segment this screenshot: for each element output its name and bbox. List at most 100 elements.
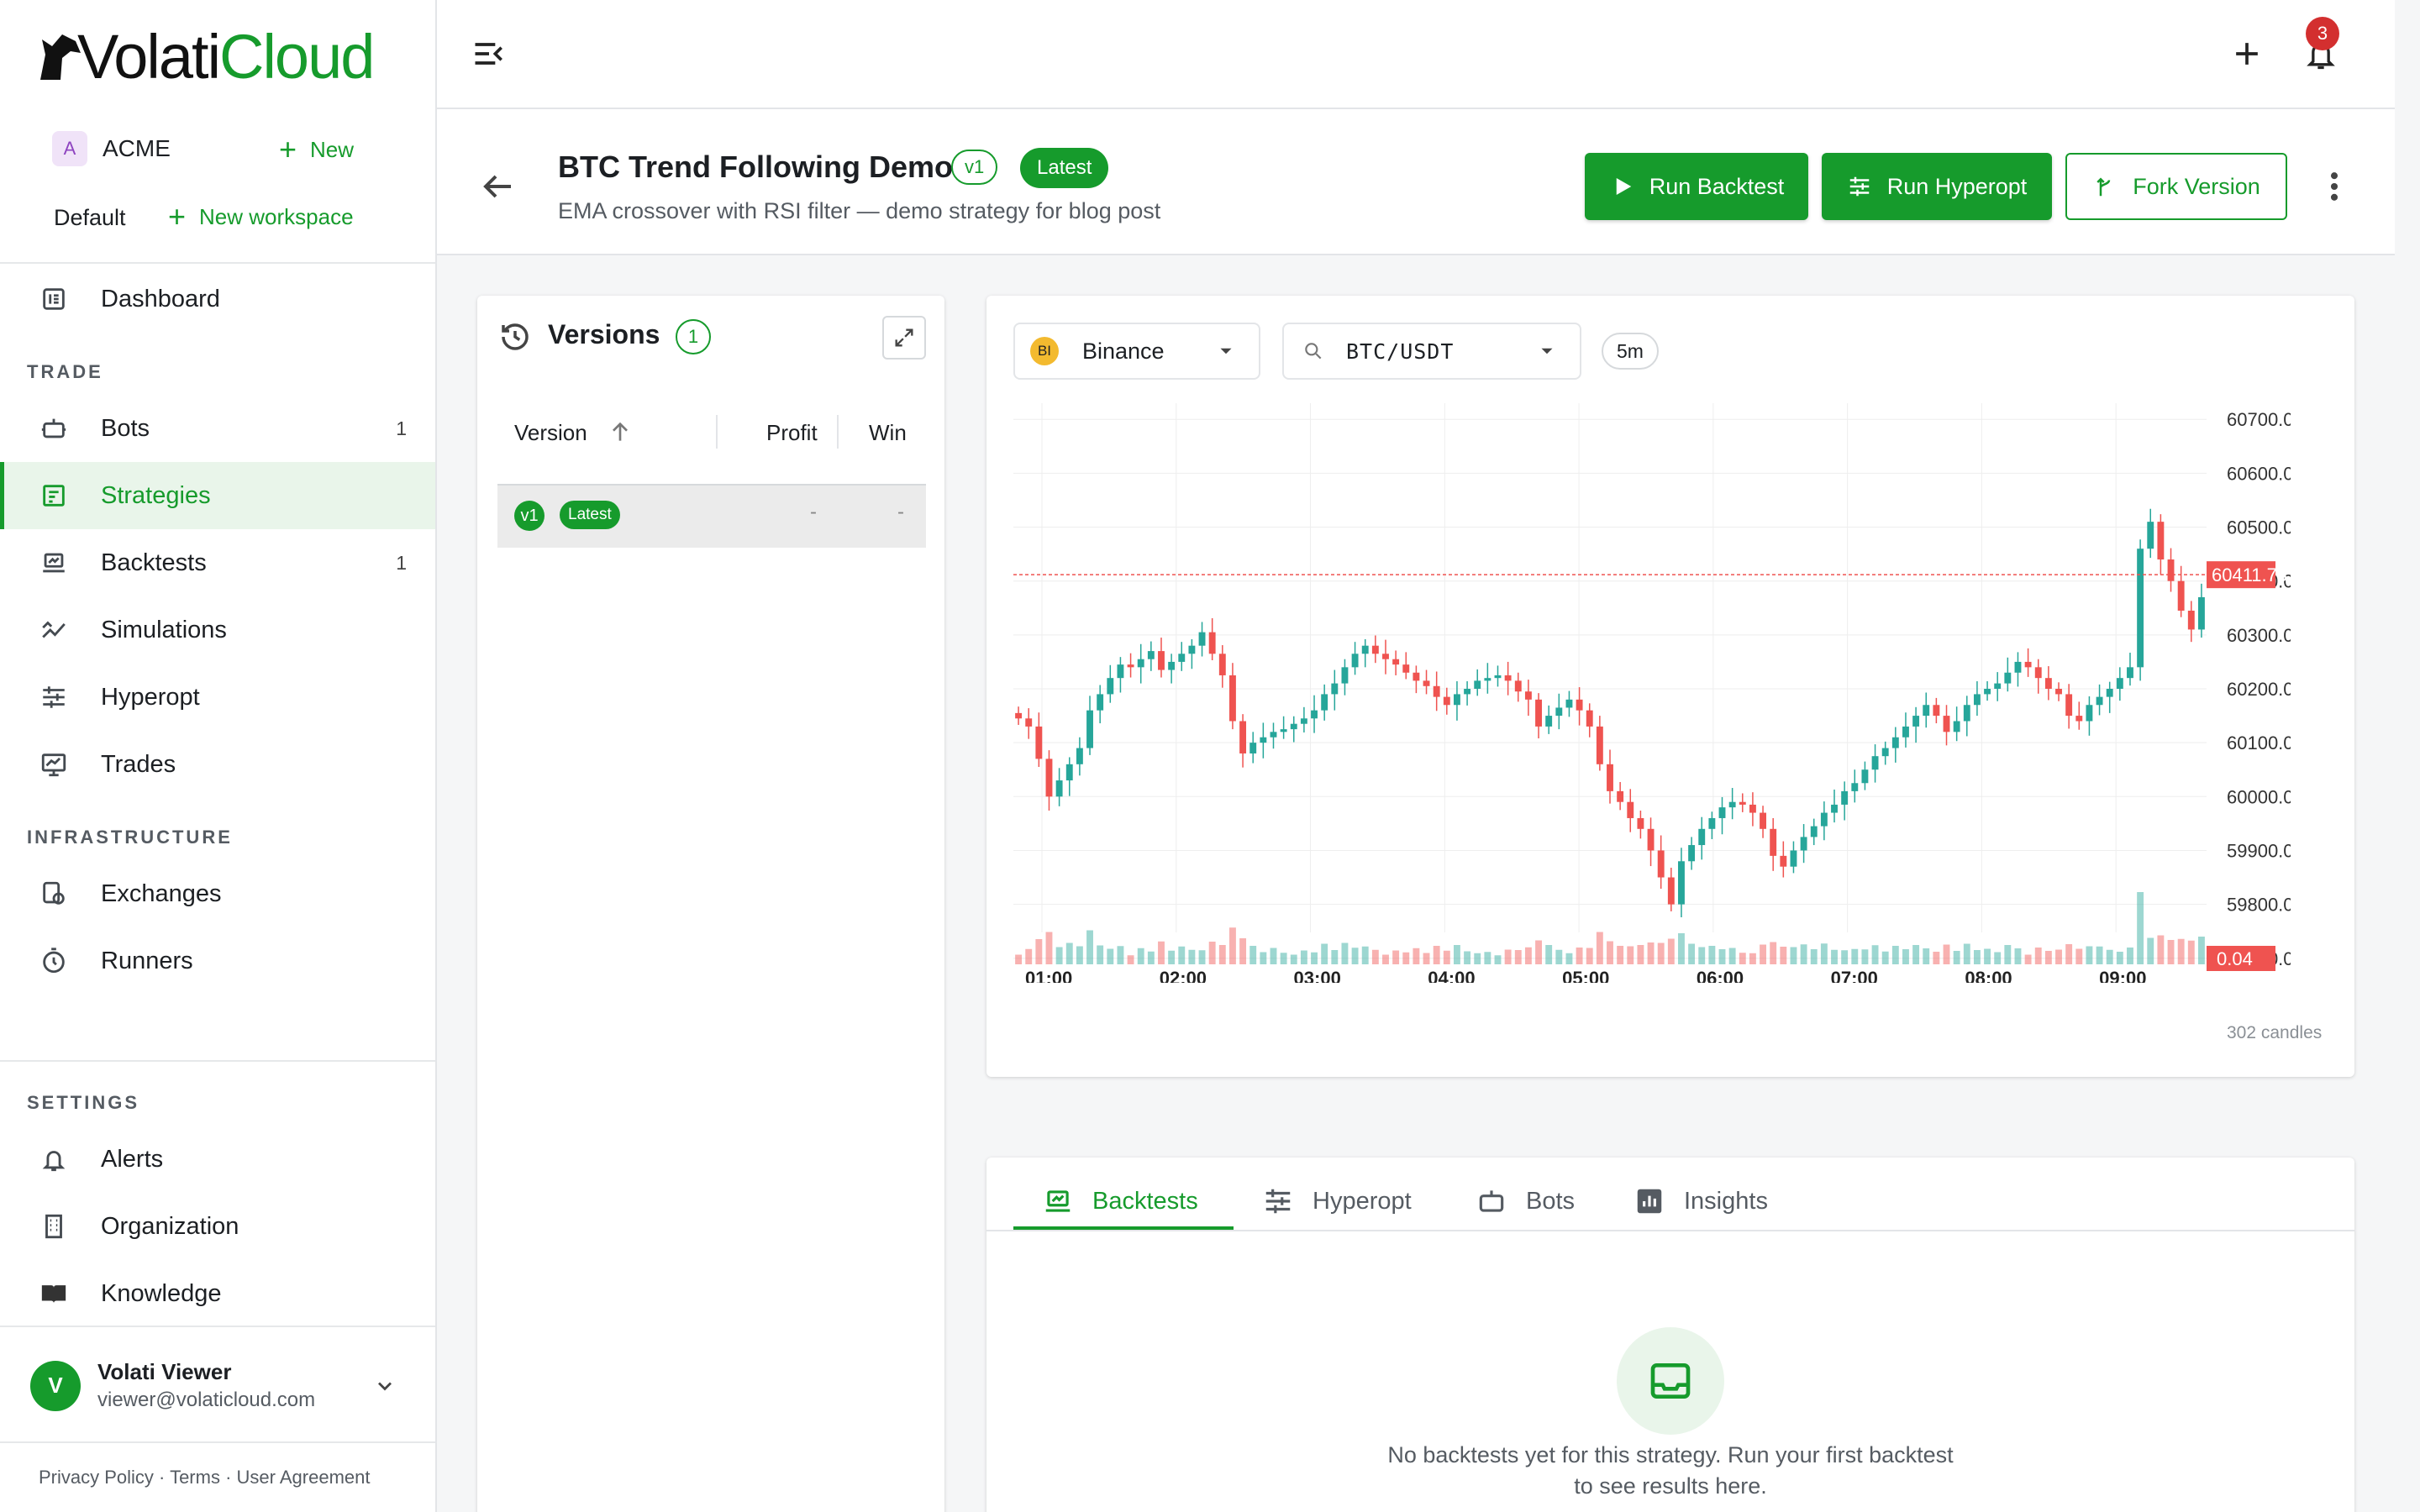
sidebar-item-simulations[interactable]: Simulations [0, 596, 435, 664]
candle [1208, 632, 1216, 654]
y-tick-label: 59900.00 [2227, 840, 2291, 861]
price-chart[interactable]: 60700.0060600.0060500.0060400.0060300.00… [1013, 395, 2291, 983]
notification-badge: 3 [2306, 17, 2339, 50]
sidebar-item-organization[interactable]: Organization [0, 1193, 435, 1260]
candle [1576, 699, 1583, 711]
volume-bar [1311, 952, 1318, 964]
candle [1524, 691, 1532, 700]
run-backtest-button[interactable]: Run Backtest [1585, 153, 1808, 220]
y-tick-label: 60300.00 [2227, 625, 2291, 646]
candle [2044, 678, 2052, 689]
column-win[interactable]: Win [869, 420, 907, 446]
sidebar-item-label: Trades [101, 750, 176, 778]
robot-icon [39, 413, 69, 444]
workspace-name[interactable]: Default [54, 205, 126, 231]
sidebar-item-exchanges[interactable]: Exchanges [0, 860, 435, 927]
versions-count: 1 [676, 319, 711, 354]
more-vert-icon[interactable] [2323, 168, 2346, 209]
new-org-button[interactable]: + New [279, 134, 354, 165]
volume-bar [1371, 949, 1379, 964]
org-switcher[interactable]: A ACME [52, 131, 171, 166]
volume-bar [1637, 945, 1644, 964]
back-arrow-icon[interactable] [477, 166, 518, 211]
volume-bar [1912, 945, 1920, 964]
candle [1239, 721, 1247, 753]
volume-bar [1678, 933, 1685, 964]
volume-bar [1841, 950, 1849, 964]
volume-bar [1565, 953, 1573, 964]
fork-version-label: Fork Version [2133, 173, 2260, 199]
candle [1678, 861, 1685, 905]
sidebar: Volati Cloud A ACME + New Default + New w… [0, 0, 437, 1512]
candle [1984, 689, 1991, 695]
candle [1504, 675, 1512, 681]
menu-collapse-icon[interactable] [471, 35, 508, 76]
volume-bar [1484, 952, 1491, 964]
candle [1565, 699, 1573, 708]
volume-bar [1881, 951, 1889, 964]
footer-links[interactable]: Privacy Policy · Terms · User Agreement [39, 1467, 370, 1488]
strategy-icon [39, 480, 69, 511]
sidebar-item-dashboard[interactable]: Dashboard [0, 265, 435, 333]
sidebar-item-knowledge[interactable]: Knowledge [0, 1260, 435, 1327]
column-version[interactable]: Version [514, 420, 587, 446]
candle [1127, 664, 1134, 668]
volume-bar [1065, 942, 1073, 964]
section-infrastructure: INFRASTRUCTURE [27, 827, 233, 848]
column-profit[interactable]: Profit [766, 420, 818, 446]
sidebar-item-runners[interactable]: Runners [0, 927, 435, 995]
sidebar-item-backtests[interactable]: Backtests 1 [0, 529, 435, 596]
sidebar-divider [0, 1441, 435, 1443]
timeframe-chip[interactable]: 5m [1602, 333, 1659, 370]
sidebar-item-trades[interactable]: Trades [0, 731, 435, 798]
chevron-down-icon[interactable] [373, 1374, 397, 1402]
fork-version-button[interactable]: Fork Version [2065, 153, 2287, 220]
volume-bar [2147, 937, 2154, 964]
candle [1514, 680, 1522, 692]
sidebar-item-alerts[interactable]: Alerts [0, 1126, 435, 1193]
exchange-select[interactable]: BI Binance [1013, 323, 1260, 380]
exchange-name: Binance [1082, 338, 1165, 364]
tab-backtests[interactable]: Backtests [1042, 1176, 1198, 1226]
volume-bar [1891, 946, 1899, 964]
volume-bar [1514, 950, 1522, 964]
y-tick-label: 60000.00 [2227, 786, 2291, 807]
candle [1667, 877, 1675, 905]
volume-bar [1545, 945, 1553, 964]
volume-bar [1321, 943, 1328, 964]
sidebar-item-hyperopt[interactable]: Hyperopt [0, 664, 435, 731]
tab-hyperopt[interactable]: Hyperopt [1262, 1176, 1412, 1226]
candle [2127, 667, 2133, 679]
volume-bar [1158, 941, 1165, 964]
candle [1260, 737, 1267, 743]
candle [1718, 807, 1726, 818]
tab-insights[interactable]: Insights [1634, 1176, 1768, 1226]
sidebar-item-bots[interactable]: Bots 1 [0, 395, 435, 462]
volume-bar [1820, 943, 1828, 964]
candle [1647, 828, 1655, 851]
new-workspace-button[interactable]: + New workspace [168, 202, 354, 232]
volume-bar [1902, 949, 1909, 964]
candle [2177, 580, 2185, 611]
book-icon [39, 1278, 69, 1309]
section-trade: TRADE [27, 361, 103, 382]
sidebar-item-strategies[interactable]: Strategies [0, 462, 435, 529]
volume-bar [1596, 932, 1603, 964]
candle [1341, 667, 1349, 684]
brand-logo[interactable]: Volati Cloud [37, 22, 375, 92]
candle [1728, 801, 1736, 808]
add-icon[interactable] [2228, 35, 2265, 76]
candle [1025, 718, 1033, 727]
volume-bar [1107, 948, 1114, 964]
volume-bar [1688, 943, 1696, 964]
volume-bar [1718, 949, 1726, 964]
tab-bots[interactable]: Bots [1476, 1176, 1575, 1226]
user-menu[interactable]: V Volati Viewer viewer@volaticloud.com [30, 1359, 315, 1412]
candle [1311, 710, 1318, 719]
expand-icon [895, 328, 913, 347]
sort-arrow-up-icon[interactable] [607, 418, 634, 449]
run-hyperopt-button[interactable]: Run Hyperopt [1822, 153, 2052, 220]
expand-button[interactable] [882, 316, 926, 360]
candle [2034, 667, 2042, 679]
pair-select[interactable]: BTC/USDT [1282, 323, 1581, 380]
